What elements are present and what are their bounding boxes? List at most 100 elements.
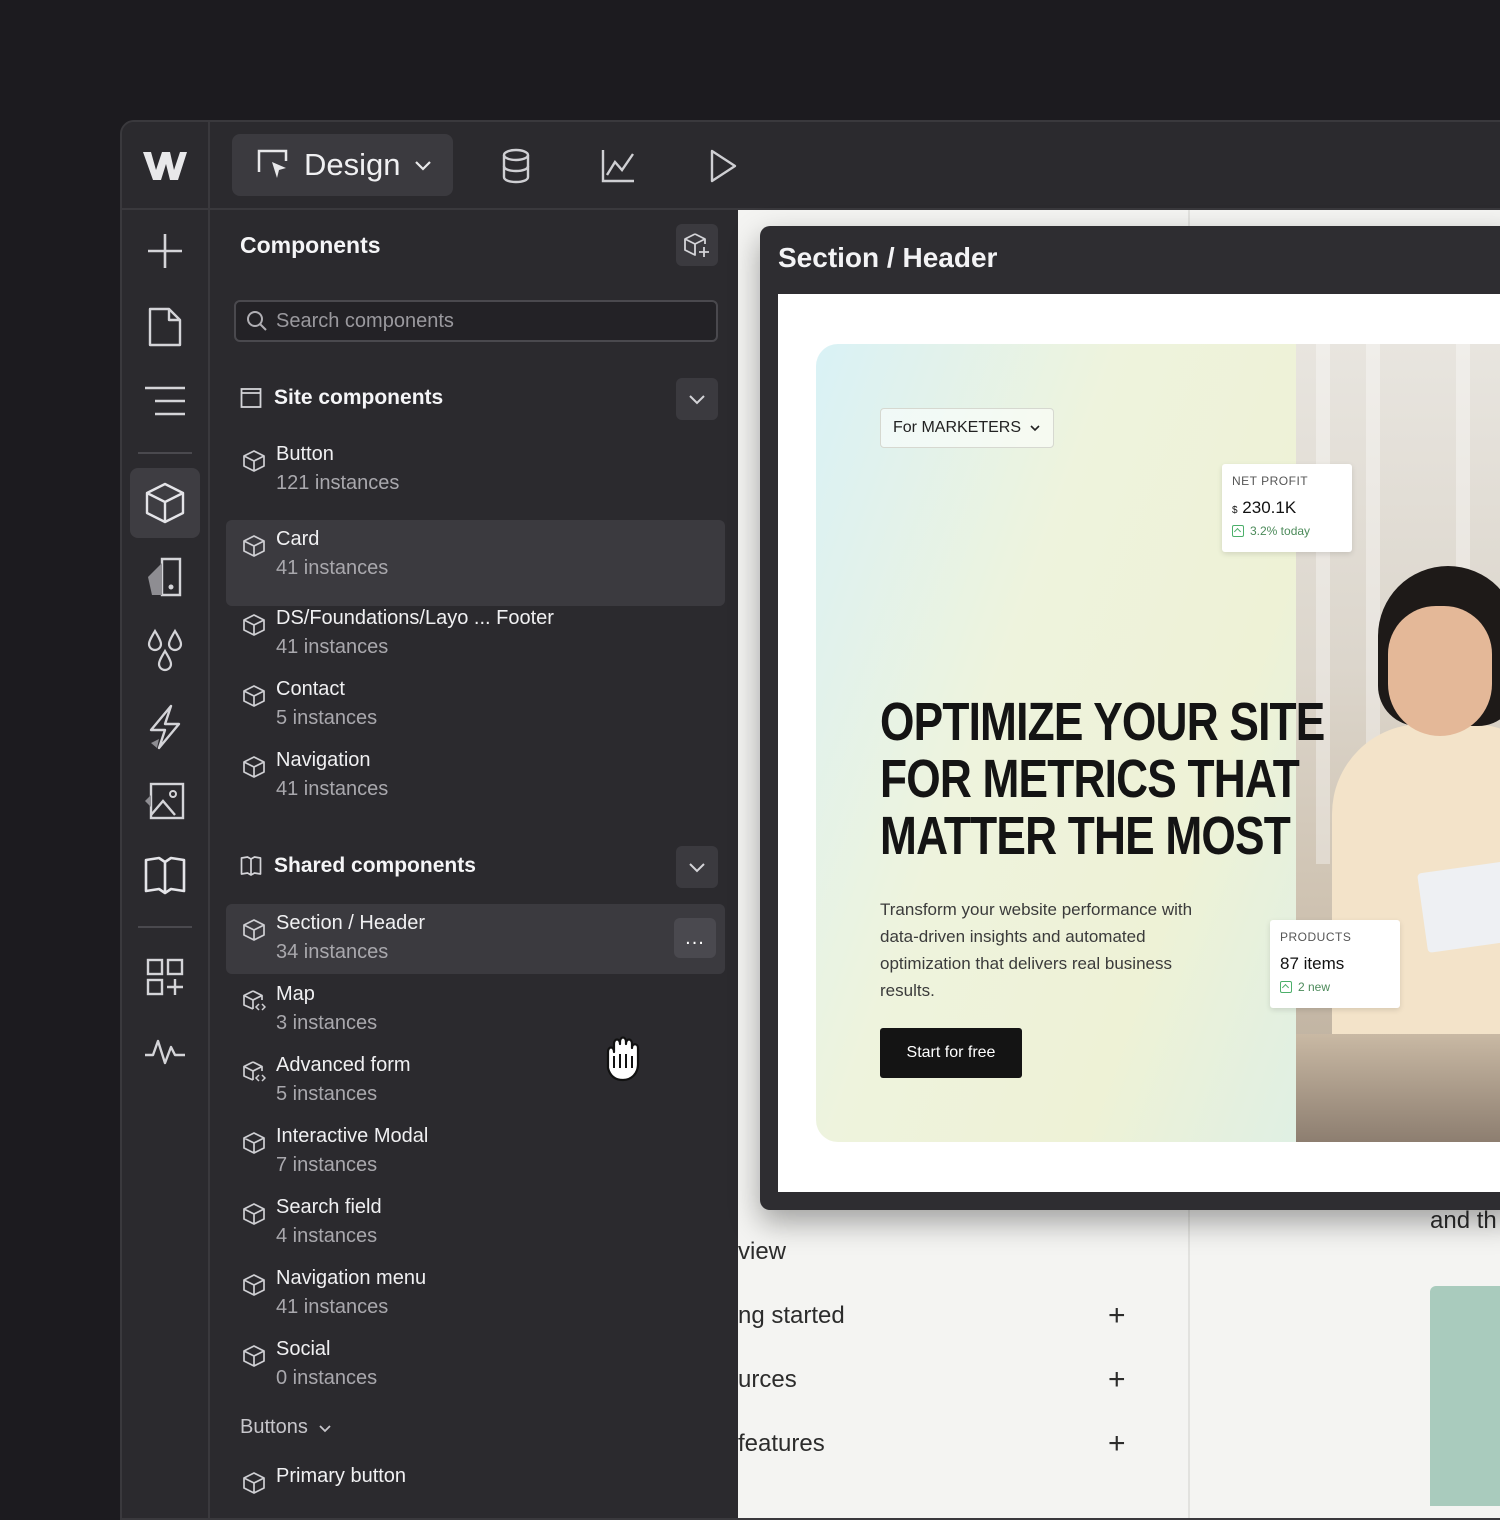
- component-item-interactive-modal[interactable]: Interactive Modal 7 instances: [226, 1117, 725, 1187]
- component-item-footer[interactable]: DS/Foundations/Layo ... Footer 41 instan…: [226, 599, 725, 669]
- code-component-icon: [243, 990, 266, 1011]
- app-window: Design Components Search components Site…: [120, 120, 1500, 1520]
- curtain-stripe: [1316, 344, 1330, 864]
- component-item-search-field[interactable]: Search field 4 instances: [226, 1188, 725, 1258]
- faq-row[interactable]: urces: [738, 1366, 797, 1394]
- analytics-chart-icon[interactable]: [598, 146, 638, 186]
- search-input[interactable]: [276, 309, 696, 333]
- styles-icon[interactable]: [130, 616, 200, 686]
- currency-symbol: $: [1232, 505, 1238, 516]
- component-item-button[interactable]: Button 121 instances: [226, 435, 725, 505]
- start-for-free-button[interactable]: Start for free: [880, 1028, 1022, 1078]
- component-item-card[interactable]: Card 41 instances: [226, 520, 725, 606]
- faq-label: features: [738, 1430, 825, 1457]
- component-name: Navigation: [276, 749, 371, 771]
- site-components-toggle[interactable]: [676, 378, 718, 420]
- components-panel: Components Site components Button 121 in…: [212, 210, 738, 1518]
- shared-components-toggle[interactable]: [676, 846, 718, 888]
- faq-row[interactable]: features: [738, 1430, 825, 1458]
- change-text: 3.2% today: [1250, 524, 1311, 538]
- instance-count: 34 instances: [276, 941, 389, 963]
- hero-headline: OPTIMIZE YOUR SITE FOR METRICS THAT MATT…: [880, 692, 1325, 865]
- component-icon: [243, 756, 265, 778]
- decorative-block: [1430, 1286, 1500, 1506]
- component-icon: [243, 919, 265, 941]
- chevron-down-icon: [319, 1424, 331, 1432]
- chevron-down-icon: [1030, 425, 1040, 432]
- webflow-logo-icon: [143, 152, 187, 180]
- variables-icon[interactable]: [130, 542, 200, 612]
- instance-count: 7 instances: [276, 1154, 378, 1176]
- card-label: NET PROFIT: [1232, 474, 1309, 488]
- assets-icon[interactable]: [130, 766, 200, 836]
- component-item-map[interactable]: Map 3 instances: [226, 975, 725, 1045]
- instance-count: 41 instances: [276, 778, 389, 800]
- components-icon[interactable]: [130, 468, 200, 538]
- site-components-header[interactable]: Site components: [240, 386, 443, 410]
- plus-icon[interactable]: +: [1108, 1429, 1126, 1459]
- design-mode-dropdown[interactable]: Design: [232, 134, 453, 196]
- shared-components-header[interactable]: Shared components: [240, 854, 476, 878]
- plus-icon[interactable]: +: [1108, 1365, 1126, 1395]
- desk: [1296, 1034, 1500, 1142]
- sidebar-divider: [138, 926, 192, 928]
- change-text: 2 new: [1298, 980, 1331, 994]
- new-component-button[interactable]: [676, 224, 718, 266]
- webflow-logo[interactable]: [122, 122, 210, 210]
- component-item-advanced-form[interactable]: Advanced form 5 instances: [226, 1046, 725, 1116]
- component-name: Navigation menu: [276, 1267, 427, 1289]
- instance-count: 5 instances: [276, 1083, 378, 1105]
- audience-dropdown[interactable]: For MARKETERS: [880, 408, 1055, 448]
- component-item-contact[interactable]: Contact 5 instances: [226, 670, 725, 740]
- apps-icon[interactable]: [130, 942, 200, 1012]
- component-icon: [243, 614, 265, 636]
- mode-label: Design: [304, 147, 401, 182]
- add-icon[interactable]: [130, 216, 200, 286]
- trend-up-icon: [1232, 525, 1244, 537]
- buttons-group-header[interactable]: Buttons: [240, 1416, 332, 1439]
- card-value: $ 230.1K: [1232, 498, 1342, 518]
- panel-title: Components: [240, 232, 381, 258]
- preview-play-icon[interactable]: [702, 146, 742, 186]
- component-icon: [243, 1472, 265, 1494]
- library-icon: [240, 856, 262, 876]
- component-item-navigation-menu[interactable]: Navigation menu 41 instances: [226, 1259, 725, 1329]
- component-item-navigation[interactable]: Navigation 41 instances: [226, 741, 725, 811]
- code-component-icon: [243, 1061, 266, 1082]
- faq-row[interactable]: ng started: [738, 1302, 845, 1330]
- instance-count: 41 instances: [276, 1296, 389, 1318]
- faq-label: urces: [738, 1366, 797, 1393]
- group-label: Site components: [274, 386, 444, 409]
- search-icon: [247, 311, 267, 331]
- card-change: 3.2% today: [1232, 524, 1342, 538]
- more-options-button[interactable]: ...: [674, 918, 716, 958]
- card-value: 87 items: [1280, 954, 1345, 973]
- instance-count: 41 instances: [276, 636, 389, 658]
- headline-line: OPTIMIZE YOUR SITE: [880, 692, 1325, 752]
- pages-icon[interactable]: [130, 292, 200, 362]
- instance-count: 121 instances: [276, 472, 400, 494]
- component-icon: [243, 535, 265, 557]
- cms-database-icon[interactable]: [496, 146, 536, 186]
- component-icon: [243, 1132, 265, 1154]
- component-item-social[interactable]: Social 0 instances: [226, 1330, 725, 1400]
- component-preview-popover: Section / Header For MARKETERS OPTIMIZE …: [760, 226, 1500, 1210]
- grab-cursor-icon: [606, 1036, 640, 1082]
- net-profit-card: NET PROFIT $ 230.1K 3.2% today: [1222, 464, 1352, 552]
- library-icon[interactable]: [130, 840, 200, 910]
- interactions-icon[interactable]: [130, 692, 200, 762]
- component-name: Section / Header: [276, 912, 425, 934]
- group-label: Shared components: [274, 854, 476, 877]
- search-field[interactable]: [234, 300, 718, 342]
- audit-icon[interactable]: [130, 1016, 200, 1086]
- plus-icon[interactable]: +: [1108, 1301, 1126, 1331]
- component-name: Contact: [276, 678, 345, 700]
- person-face: [1388, 606, 1492, 736]
- component-item-section-header[interactable]: Section / Header 34 instances ...: [226, 904, 725, 974]
- card-change: 2 new: [1280, 980, 1390, 994]
- group-label: Buttons: [240, 1416, 308, 1438]
- audience-label: For MARKETERS: [893, 419, 1022, 436]
- instance-count: 3 instances: [276, 1012, 378, 1034]
- navigator-icon[interactable]: [130, 366, 200, 436]
- component-item-primary-button[interactable]: Primary button: [226, 1457, 725, 1518]
